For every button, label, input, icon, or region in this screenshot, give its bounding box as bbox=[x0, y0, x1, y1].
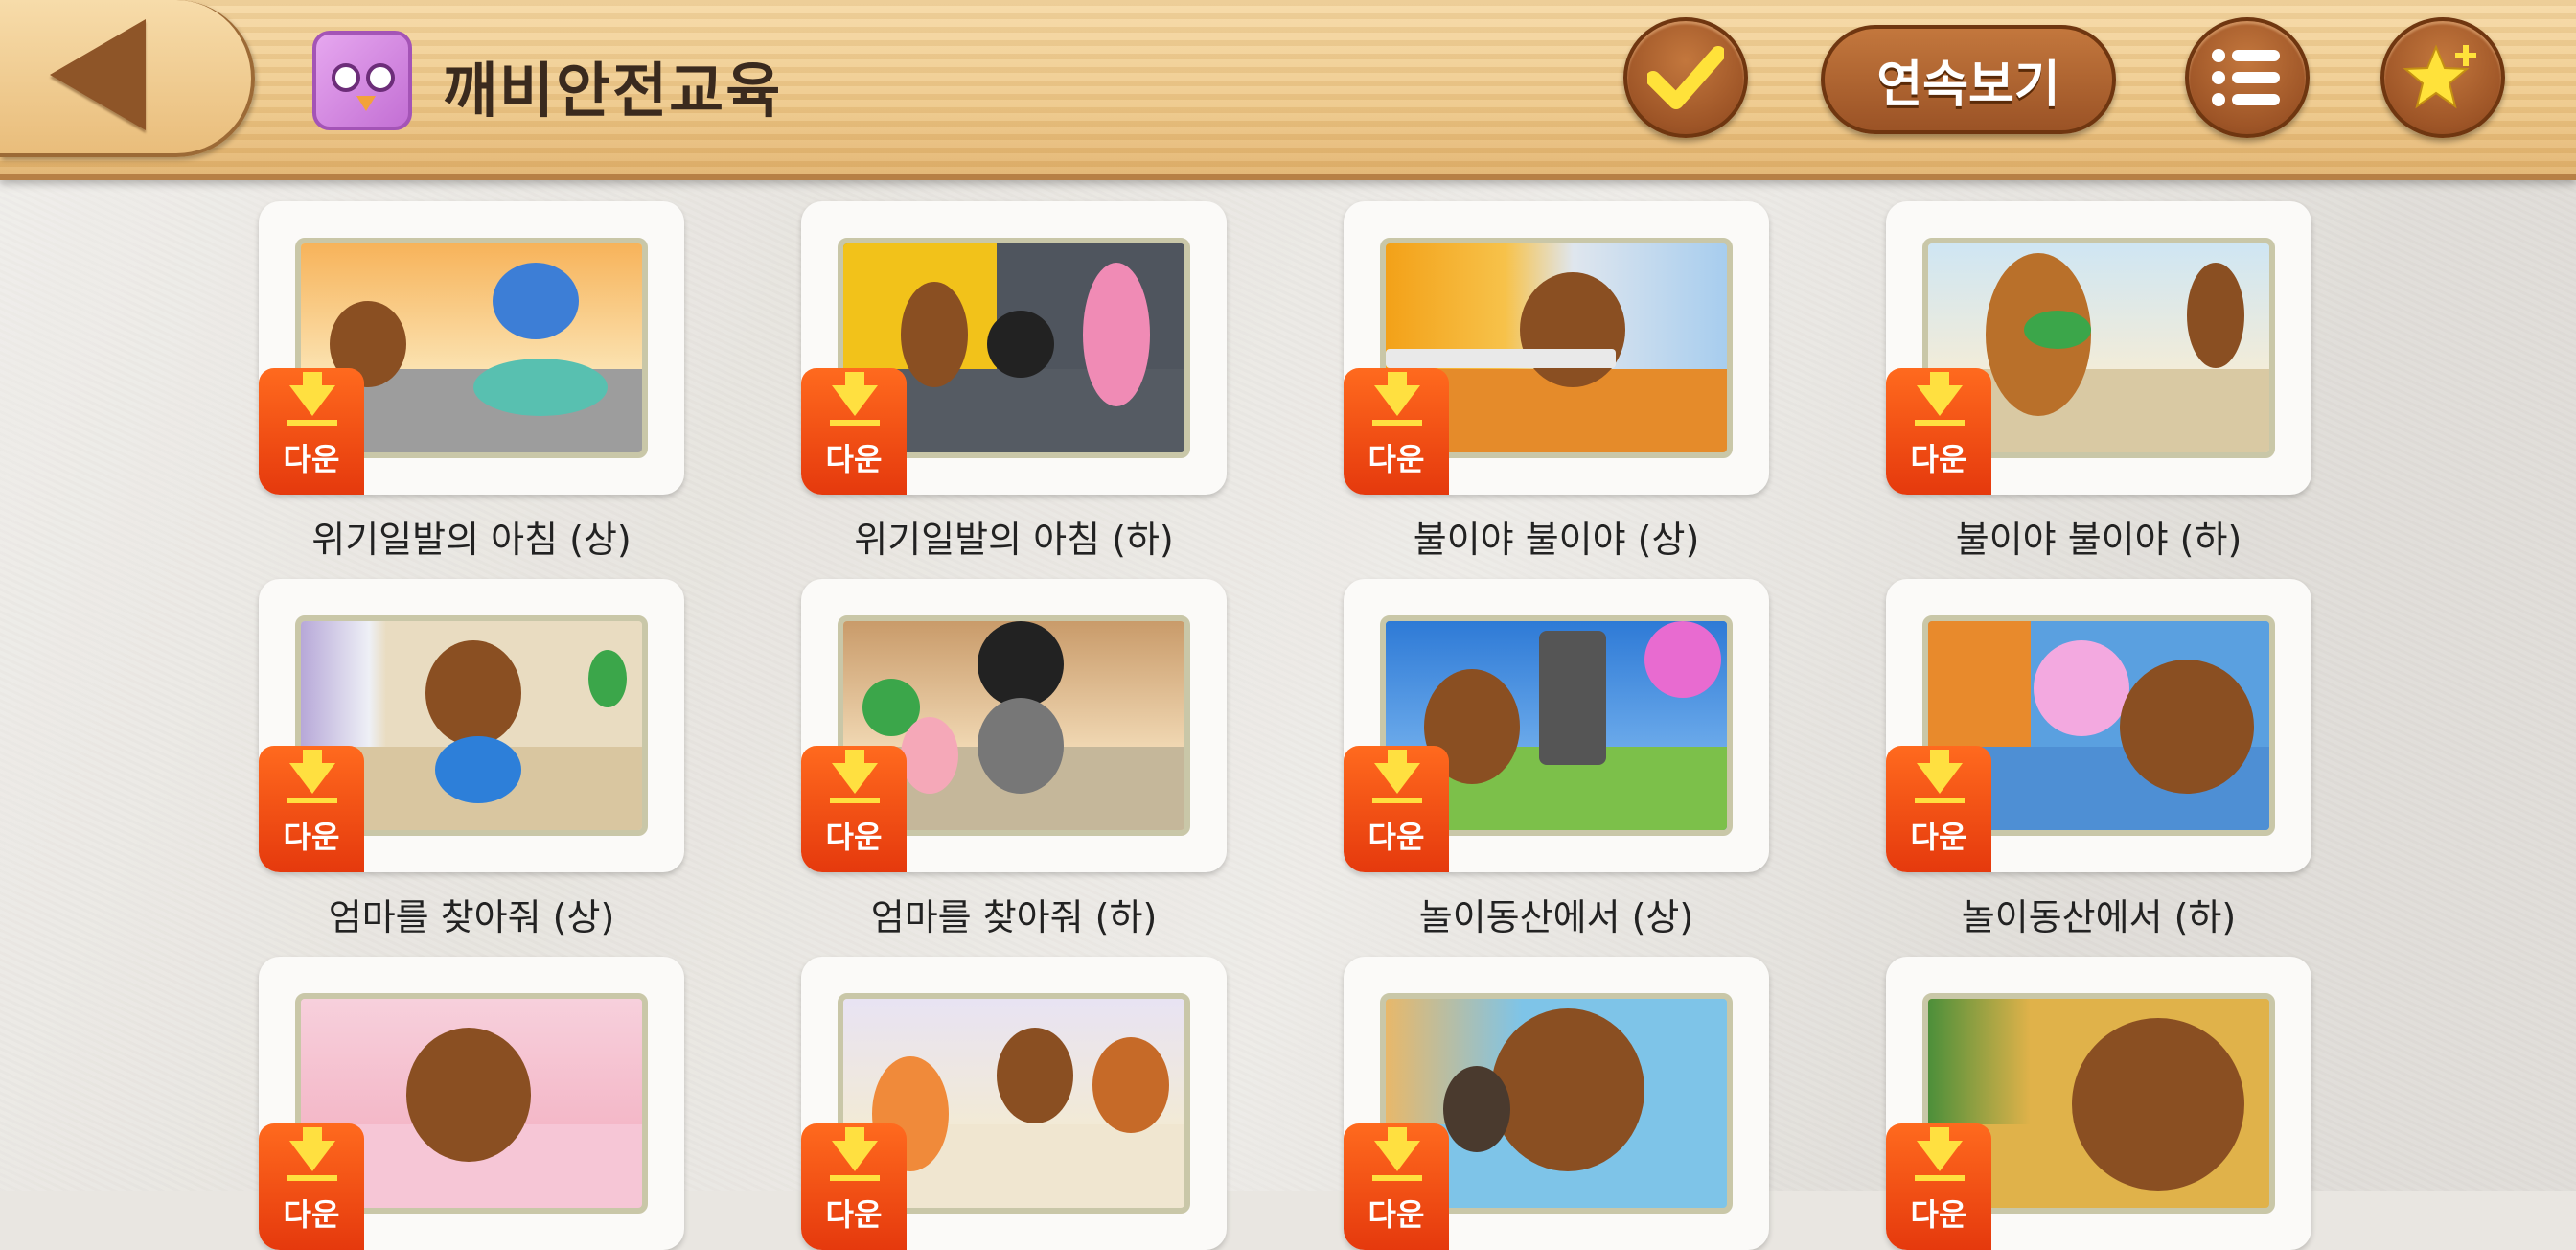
page-title: 깨비안전교육 bbox=[443, 56, 783, 126]
episode-card[interactable]: 다운 bbox=[1344, 957, 1769, 1250]
back-button[interactable] bbox=[0, 0, 255, 157]
download-arrow-icon bbox=[1917, 385, 1963, 416]
continuous-play-button[interactable]: 연속보기 bbox=[1821, 25, 2116, 134]
episode-title: 엄마를 찾아줘 (하) bbox=[870, 896, 1158, 938]
download-arrow-icon bbox=[1917, 763, 1963, 794]
download-badge[interactable]: 다운 bbox=[259, 368, 364, 495]
episode-title: 불이야 불이야 (하) bbox=[1955, 519, 2242, 561]
download-badge[interactable]: 다운 bbox=[801, 746, 907, 872]
episode-card[interactable]: 다운 bbox=[801, 957, 1227, 1250]
download-label: 다운 bbox=[1368, 819, 1425, 855]
download-label: 다운 bbox=[1910, 1196, 1967, 1233]
download-arrow-icon bbox=[1917, 1141, 1963, 1171]
download-label: 다운 bbox=[1910, 819, 1967, 855]
episode-title: 엄마를 찾아줘 (상) bbox=[328, 896, 615, 938]
download-label: 다운 bbox=[283, 819, 340, 855]
download-badge[interactable]: 다운 bbox=[259, 746, 364, 872]
episode-title: 놀이동산에서 (하) bbox=[1961, 896, 2237, 938]
download-badge[interactable]: 다운 bbox=[259, 1123, 364, 1250]
download-label: 다운 bbox=[1368, 441, 1425, 477]
back-arrow-icon bbox=[50, 19, 146, 130]
download-badge[interactable]: 다운 bbox=[801, 368, 907, 495]
download-label: 다운 bbox=[825, 819, 883, 855]
check-button[interactable] bbox=[1623, 17, 1748, 138]
download-label: 다운 bbox=[825, 441, 883, 477]
logo-eye-right bbox=[366, 63, 395, 92]
check-icon bbox=[1647, 46, 1724, 109]
download-badge[interactable]: 다운 bbox=[1344, 368, 1449, 495]
download-arrow-icon bbox=[832, 1141, 878, 1171]
download-arrow-icon bbox=[1374, 763, 1420, 794]
download-arrow-icon bbox=[832, 385, 878, 416]
app-logo-icon bbox=[312, 31, 412, 130]
download-label: 다운 bbox=[1368, 1196, 1425, 1233]
download-label: 다운 bbox=[1910, 441, 1967, 477]
download-label: 다운 bbox=[283, 1196, 340, 1233]
list-icon bbox=[2212, 49, 2280, 106]
episode-title: 불이야 불이야 (상) bbox=[1413, 519, 1700, 561]
logo-beak bbox=[356, 96, 376, 111]
download-label: 다운 bbox=[283, 441, 340, 477]
download-badge[interactable]: 다운 bbox=[1886, 1123, 1991, 1250]
episode-title: 위기일발의 아침 (하) bbox=[854, 519, 1174, 561]
episode-card[interactable]: 다운 bbox=[1886, 579, 2312, 872]
episode-card[interactable]: 다운 bbox=[1344, 201, 1769, 495]
download-badge[interactable]: 다운 bbox=[1886, 368, 1991, 495]
episode-card[interactable]: 다운 bbox=[801, 579, 1227, 872]
download-badge[interactable]: 다운 bbox=[1344, 1123, 1449, 1250]
download-arrow-icon bbox=[289, 1141, 335, 1171]
episode-card[interactable]: 다운 bbox=[259, 957, 684, 1250]
episode-title: 위기일발의 아침 (상) bbox=[311, 519, 632, 561]
download-arrow-icon bbox=[289, 385, 335, 416]
download-arrow-icon bbox=[289, 763, 335, 794]
download-arrow-icon bbox=[832, 763, 878, 794]
episode-card[interactable]: 다운 bbox=[1344, 579, 1769, 872]
download-label: 다운 bbox=[825, 1196, 883, 1233]
episode-card[interactable]: 다운 bbox=[801, 201, 1227, 495]
star-plus-icon bbox=[2403, 44, 2476, 109]
episode-card[interactable]: 다운 bbox=[1886, 201, 2312, 495]
download-arrow-icon bbox=[1374, 1141, 1420, 1171]
favorite-add-button[interactable] bbox=[2380, 17, 2505, 138]
top-bar: 깨비안전교육 연속보기 bbox=[0, 0, 2576, 180]
logo-eye-left bbox=[332, 63, 360, 92]
episode-card[interactable]: 다운 bbox=[259, 579, 684, 872]
episode-card[interactable]: 다운 bbox=[259, 201, 684, 495]
download-badge[interactable]: 다운 bbox=[1344, 746, 1449, 872]
download-badge[interactable]: 다운 bbox=[1886, 746, 1991, 872]
list-button[interactable] bbox=[2185, 17, 2310, 138]
download-arrow-icon bbox=[1374, 385, 1420, 416]
episode-title: 놀이동산에서 (상) bbox=[1418, 896, 1694, 938]
episode-card[interactable]: 다운 bbox=[1886, 957, 2312, 1250]
download-badge[interactable]: 다운 bbox=[801, 1123, 907, 1250]
